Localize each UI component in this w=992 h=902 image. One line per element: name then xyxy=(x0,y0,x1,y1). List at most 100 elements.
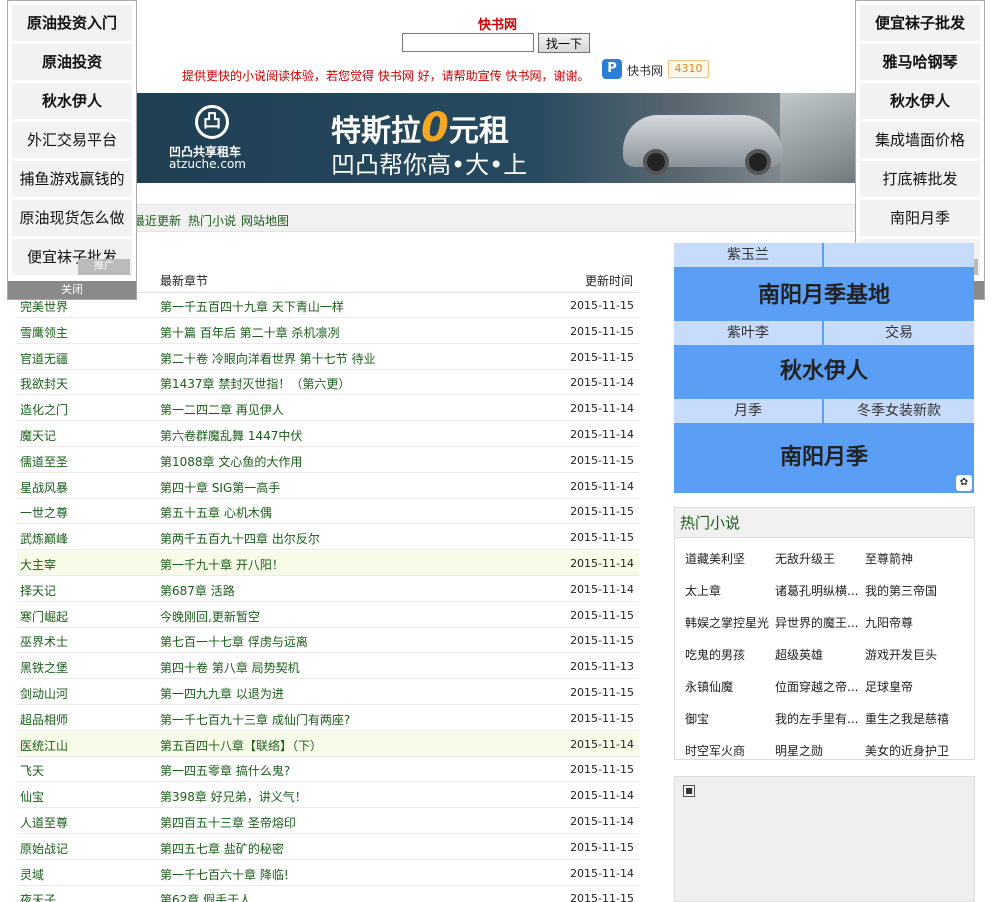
ad-big-link[interactable]: 秋水伊人 xyxy=(674,347,974,397)
share-label[interactable]: 快书网 xyxy=(627,62,663,79)
hot-novel-link[interactable]: 明星之勋 xyxy=(775,742,863,759)
chapter-link[interactable]: 第四五七章 盐矿的秘密 xyxy=(160,840,284,857)
book-title-link[interactable]: 大主宰 xyxy=(20,556,56,573)
hot-novel-link[interactable]: 位面穿越之帝... xyxy=(775,678,863,695)
search-input[interactable] xyxy=(402,33,534,52)
nav-latest-updates[interactable]: 最近更新 xyxy=(133,212,181,229)
paw-icon[interactable]: ✿ xyxy=(956,475,972,491)
chapter-link[interactable]: 第六卷群魔乱舞 1447中伏 xyxy=(160,427,302,444)
hot-novel-link[interactable]: 重生之我是慈禧 xyxy=(865,710,953,727)
float-ad-item[interactable]: 南阳月季 xyxy=(860,200,980,236)
hot-novel-link[interactable]: 九阳帝尊 xyxy=(865,614,953,631)
ad-big-link[interactable]: 南阳月季基地 xyxy=(674,271,974,321)
hot-novel-link[interactable]: 御宝 xyxy=(685,710,773,727)
chapter-link[interactable]: 第398章 好兄弟，讲义气！ xyxy=(160,788,307,805)
book-title-link[interactable]: 飞天 xyxy=(20,762,44,779)
chapter-link[interactable]: 第62章 假手于人 xyxy=(160,891,251,902)
ad-link[interactable]: 紫叶李 xyxy=(674,321,822,345)
chapter-link[interactable]: 第两千五百九十四章 出尔反尔 xyxy=(160,530,320,547)
hot-novel-link[interactable]: 至尊箭神 xyxy=(865,550,953,567)
hot-novel-link[interactable]: 我的第三帝国 xyxy=(865,582,953,599)
book-title-link[interactable]: 巫界术士 xyxy=(20,633,68,650)
nav-sitemap[interactable]: 网站地图 xyxy=(241,212,289,229)
float-ad-item[interactable]: 捕鱼游戏赢钱的 xyxy=(12,161,132,197)
ad-banner[interactable]: 凸 凹凸共享租车 atzuche.com 特斯拉0元租 凹凸帮你高•大•上 xyxy=(133,93,860,183)
chapter-link[interactable]: 第一二四二章 再见伊人 xyxy=(160,401,284,418)
chapter-link[interactable]: 第一千九十章 开八阳！ xyxy=(160,556,284,573)
book-title-link[interactable]: 官道无疆 xyxy=(20,350,68,367)
book-title-link[interactable]: 择天记 xyxy=(20,582,56,599)
chapter-link[interactable]: 第五百四十八章【联络】（下） xyxy=(160,737,322,754)
float-ad-item[interactable]: 秋水伊人 xyxy=(860,83,980,119)
chapter-link[interactable]: 第四十章 SIG第一高手 xyxy=(160,479,280,496)
hot-novel-link[interactable]: 美女的近身护卫 xyxy=(865,742,953,759)
hot-novel-link[interactable]: 无敌升级王 xyxy=(775,550,863,567)
book-title-link[interactable]: 灵域 xyxy=(20,866,44,883)
book-title-link[interactable]: 一世之尊 xyxy=(20,504,68,521)
chapter-link[interactable]: 第687章 活路 xyxy=(160,582,235,599)
book-title-link[interactable]: 剑动山河 xyxy=(20,685,68,702)
hot-novel-link[interactable]: 太上章 xyxy=(685,582,773,599)
chapter-link[interactable]: 第四十卷 第八章 局势契机 xyxy=(160,659,300,676)
book-title-link[interactable]: 雪鹰领主 xyxy=(20,324,68,341)
ad-link[interactable]: 紫玉兰 xyxy=(674,243,822,267)
float-ad-item[interactable]: 原油投资 xyxy=(12,44,132,80)
hot-novel-link[interactable]: 游戏开发巨头 xyxy=(865,646,953,663)
book-title-link[interactable]: 仙宝 xyxy=(20,788,44,805)
hot-novel-link[interactable]: 吃鬼的男孩 xyxy=(685,646,773,663)
nav-hot-novels[interactable]: 热门小说 xyxy=(188,212,236,229)
float-ad-item[interactable]: 秋水伊人 xyxy=(12,83,132,119)
book-title-link[interactable]: 我欲封天 xyxy=(20,375,68,392)
hot-novel-link[interactable]: 我的左手里有... xyxy=(775,710,863,727)
chapter-link[interactable]: 第四百五十三章 圣帝熔印 xyxy=(160,814,296,831)
float-ad-item[interactable]: 原油现货怎么做 xyxy=(12,200,132,236)
book-title-link[interactable]: 造化之门 xyxy=(20,401,68,418)
site-title[interactable]: 快书网 xyxy=(470,14,525,33)
chapter-link[interactable]: 第一四九九章 以退为进 xyxy=(160,685,284,702)
book-title-link[interactable]: 医统江山 xyxy=(20,737,68,754)
chapter-link[interactable]: 第一千七百六十章 降临! xyxy=(160,866,289,883)
chapter-link[interactable]: 第一千七百九十三章 成仙门有两座? xyxy=(160,711,350,728)
ad-link[interactable] xyxy=(824,243,974,267)
chapter-link[interactable]: 第1088章 文心鱼的大作用 xyxy=(160,453,302,470)
book-title-link[interactable]: 超品相师 xyxy=(20,711,68,728)
book-title-link[interactable]: 原始战记 xyxy=(20,840,68,857)
chapter-link[interactable]: 第一四五零章 搞什么鬼? xyxy=(160,762,290,779)
book-title-link[interactable]: 人道至尊 xyxy=(20,814,68,831)
book-title-link[interactable]: 武炼巅峰 xyxy=(20,530,68,547)
hot-novel-link[interactable]: 永镇仙魔 xyxy=(685,678,773,695)
book-title-link[interactable]: 夜天子 xyxy=(20,891,56,902)
hot-novel-link[interactable]: 足球皇帝 xyxy=(865,678,953,695)
hot-novel-link[interactable]: 道藏美利坚 xyxy=(685,550,773,567)
float-ad-item[interactable]: 原油投资入门 xyxy=(12,5,132,41)
chapter-link[interactable]: 第二十卷 冷眼向洋看世界 第十七节 待业 xyxy=(160,350,375,367)
float-ad-item[interactable]: 打底裤批发 xyxy=(860,161,980,197)
hot-novel-link[interactable]: 韩娱之掌控星光 xyxy=(685,614,773,631)
float-ad-close-button[interactable]: 关闭 xyxy=(8,281,136,299)
chapter-link[interactable]: 第一千五百四十九章 天下青山一样 xyxy=(160,298,344,315)
ad-big-link[interactable]: 南阳月季 xyxy=(674,433,974,483)
book-title-link[interactable]: 完美世界 xyxy=(20,298,68,315)
book-title-link[interactable]: 寒门崛起 xyxy=(20,608,68,625)
chapter-link[interactable]: 第1437章 禁封灭世指！（第六更） xyxy=(160,375,350,392)
chapter-link[interactable]: 第五十五章 心机木偶 xyxy=(160,504,272,521)
hot-novel-link[interactable]: 诸葛孔明纵横... xyxy=(775,582,863,599)
share-icon[interactable]: P xyxy=(602,59,622,79)
book-title-link[interactable]: 黑铁之堡 xyxy=(20,659,68,676)
chapter-link[interactable]: 第七百一十七章 俘虏与远离 xyxy=(160,633,308,650)
book-title-link[interactable]: 星战风暴 xyxy=(20,479,68,496)
chapter-link[interactable]: 今晚刚回,更新暂空 xyxy=(160,608,260,625)
search-button[interactable]: 找一下 xyxy=(538,33,590,53)
book-title-link[interactable]: 魔天记 xyxy=(20,427,56,444)
book-title-link[interactable]: 儒道至圣 xyxy=(20,453,68,470)
float-ad-item[interactable]: 集成墙面价格 xyxy=(860,122,980,158)
hot-novel-link[interactable]: 超级英雄 xyxy=(775,646,863,663)
float-ad-item[interactable]: 外汇交易平台 xyxy=(12,122,132,158)
hot-novel-link[interactable]: 时空军火商 xyxy=(685,742,773,759)
ad-link[interactable]: 月季 xyxy=(674,399,822,423)
ad-link[interactable]: 交易 xyxy=(824,321,974,345)
float-ad-item[interactable]: 便宜袜子批发 xyxy=(860,5,980,41)
chapter-link[interactable]: 第十篇 百年后 第二十章 杀机凛冽 xyxy=(160,324,339,341)
float-ad-item[interactable]: 雅马哈钢琴 xyxy=(860,44,980,80)
hot-novel-link[interactable]: 异世界的魔王... xyxy=(775,614,863,631)
